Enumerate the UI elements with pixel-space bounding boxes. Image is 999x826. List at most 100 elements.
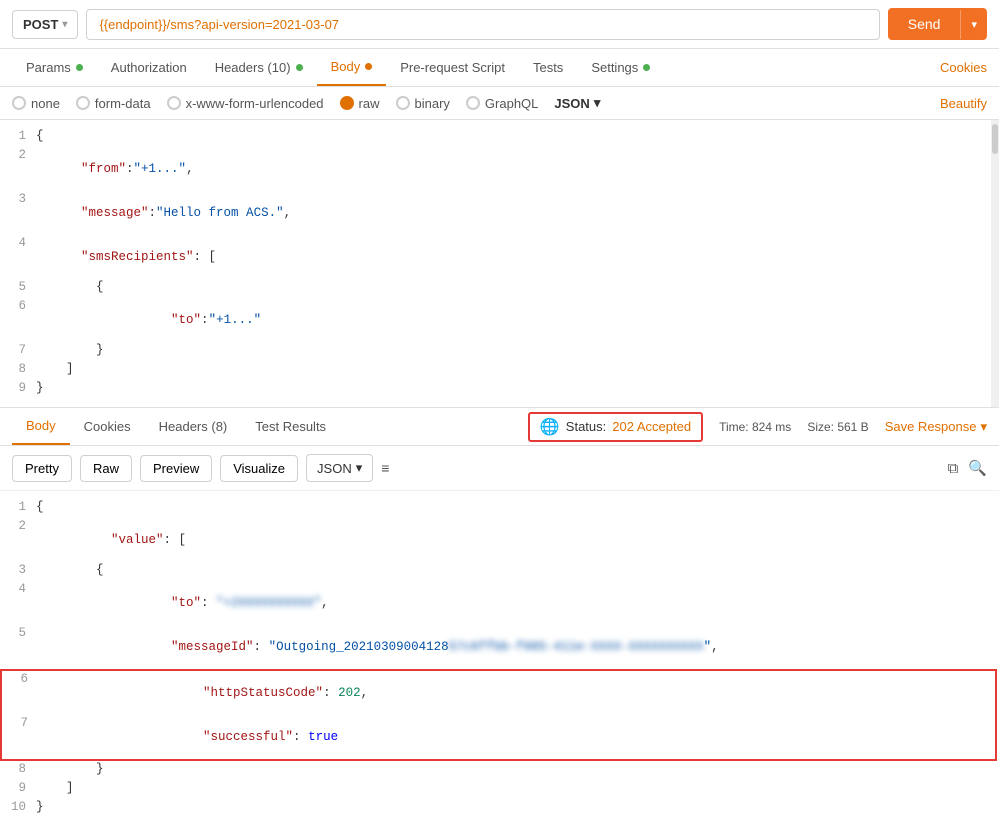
response-icons: ⧉ 🔍: [948, 459, 987, 477]
json-format-label: JSON: [554, 96, 589, 111]
filter-icon[interactable]: ≡: [381, 460, 389, 476]
resp-line-10: 10 }: [0, 799, 999, 818]
tab-headers-label: Headers (10): [215, 60, 291, 75]
status-value: 202 Accepted: [612, 419, 691, 434]
resp-line-4: 4 "to": "+2XXXXXXXXXX",: [0, 581, 999, 625]
tab-tests[interactable]: Tests: [519, 50, 577, 85]
settings-dot: [643, 64, 650, 71]
beautify-link[interactable]: Beautify: [940, 96, 987, 111]
method-select[interactable]: POST ▾: [12, 10, 78, 39]
response-code-area: 1 { 2 "value": [ 3 { 4 "to": "+2XXXXXXXX…: [0, 491, 999, 826]
req-scrollbar-thumb: [992, 124, 998, 154]
tab-body[interactable]: Body: [317, 49, 387, 86]
request-tabs-row: Params Authorization Headers (10) Body P…: [0, 49, 999, 87]
json-format-chevron: ▾: [594, 95, 601, 111]
radio-none-label: none: [31, 96, 60, 111]
fmt-raw-button[interactable]: Raw: [80, 455, 132, 482]
resp-line-5: 5 "messageId": "Outgoing_202103090041285…: [0, 625, 999, 669]
req-line-6: 6 "to":"+1...": [0, 298, 999, 342]
save-response-button[interactable]: Save Response ▾: [885, 419, 987, 435]
search-icon[interactable]: 🔍: [968, 459, 987, 477]
tab-headers[interactable]: Headers (10): [201, 50, 317, 85]
size-label: Size: 561 B: [807, 420, 868, 434]
response-json-chevron: ▾: [356, 460, 363, 476]
req-scrollbar[interactable]: [991, 120, 999, 407]
body-type-none[interactable]: none: [12, 96, 60, 111]
response-json-select[interactable]: JSON ▾: [306, 454, 373, 482]
body-type-urlencoded[interactable]: x-www-form-urlencoded: [167, 96, 324, 111]
time-label: Time: 824 ms: [719, 420, 791, 434]
resp-line-7: 7 "successful": true: [2, 715, 995, 759]
req-line-9: 9 }: [0, 380, 999, 399]
method-label: POST: [23, 17, 58, 32]
tab-pre-request-label: Pre-request Script: [400, 60, 505, 75]
tab-authorization-label: Authorization: [111, 60, 187, 75]
resp-line-6: 6 "httpStatusCode": 202,: [2, 671, 995, 715]
resp-line-1: 1 {: [0, 499, 999, 518]
params-dot: [76, 64, 83, 71]
body-type-raw[interactable]: raw: [340, 96, 380, 111]
url-bar: POST ▾ Send ▾: [0, 0, 999, 49]
tab-settings[interactable]: Settings: [577, 50, 664, 85]
tab-params[interactable]: Params: [12, 50, 97, 85]
resp-tab-body[interactable]: Body: [12, 408, 70, 445]
radio-graphql-label: GraphQL: [485, 96, 538, 111]
tab-body-label: Body: [331, 59, 361, 74]
status-label: Status:: [566, 419, 606, 434]
cookies-link[interactable]: Cookies: [940, 60, 987, 75]
save-response-label: Save Response: [885, 419, 977, 434]
resp-line-8: 8 }: [0, 761, 999, 780]
body-type-binary[interactable]: binary: [396, 96, 450, 111]
radio-none: [12, 96, 26, 110]
req-line-7: 7 }: [0, 342, 999, 361]
req-line-5: 5 {: [0, 279, 999, 298]
response-section-header: Body Cookies Headers (8) Test Results 🌐 …: [0, 408, 999, 446]
resp-tab-test-results[interactable]: Test Results: [241, 409, 340, 444]
radio-binary-label: binary: [415, 96, 450, 111]
resp-tab-body-label: Body: [26, 418, 56, 433]
radio-binary: [396, 96, 410, 110]
body-type-graphql[interactable]: GraphQL: [466, 96, 538, 111]
resp-tab-test-results-label: Test Results: [255, 419, 326, 434]
request-code-area: 1 { 2 "from":"+1...", 3 "message":"Hello…: [0, 120, 999, 408]
fmt-pretty-button[interactable]: Pretty: [12, 455, 72, 482]
body-type-row: none form-data x-www-form-urlencoded raw…: [0, 87, 999, 120]
send-label: Send: [888, 8, 961, 40]
fmt-preview-button[interactable]: Preview: [140, 455, 212, 482]
tab-pre-request[interactable]: Pre-request Script: [386, 50, 519, 85]
response-format-row: Pretty Raw Preview Visualize JSON ▾ ≡ ⧉ …: [0, 446, 999, 491]
radio-raw: [340, 96, 354, 110]
url-input[interactable]: [86, 9, 879, 40]
tab-authorization[interactable]: Authorization: [97, 50, 201, 85]
tab-tests-label: Tests: [533, 60, 563, 75]
tab-params-label: Params: [26, 60, 71, 75]
response-json-label: JSON: [317, 461, 352, 476]
radio-raw-label: raw: [359, 96, 380, 111]
body-type-form-data[interactable]: form-data: [76, 96, 151, 111]
radio-urlencoded-label: x-www-form-urlencoded: [186, 96, 324, 111]
resp-tab-cookies-label: Cookies: [84, 419, 131, 434]
resp-tab-headers-label: Headers (8): [159, 419, 228, 434]
headers-dot: [296, 64, 303, 71]
req-line-3: 3 "message":"Hello from ACS.",: [0, 191, 999, 235]
req-line-4: 4 "smsRecipients": [: [0, 235, 999, 279]
body-dot: [365, 63, 372, 70]
copy-icon[interactable]: ⧉: [948, 460, 959, 477]
radio-graphql: [466, 96, 480, 110]
resp-line-9: 9 ]: [0, 780, 999, 799]
send-button[interactable]: Send ▾: [888, 8, 987, 40]
resp-tab-cookies[interactable]: Cookies: [70, 409, 145, 444]
method-chevron: ▾: [62, 19, 67, 30]
send-arrow: ▾: [960, 10, 987, 39]
req-line-1: 1 {: [0, 128, 999, 147]
tab-settings-label: Settings: [591, 60, 638, 75]
json-format-select[interactable]: JSON ▾: [554, 95, 600, 111]
resp-line-2: 2 "value": [: [0, 518, 999, 562]
resp-tab-headers[interactable]: Headers (8): [145, 409, 242, 444]
resp-line-3: 3 {: [0, 562, 999, 581]
status-badge: 🌐 Status: 202 Accepted: [528, 412, 703, 442]
radio-urlencoded: [167, 96, 181, 110]
fmt-visualize-button[interactable]: Visualize: [220, 455, 298, 482]
radio-form-data: [76, 96, 90, 110]
req-line-8: 8 ]: [0, 361, 999, 380]
